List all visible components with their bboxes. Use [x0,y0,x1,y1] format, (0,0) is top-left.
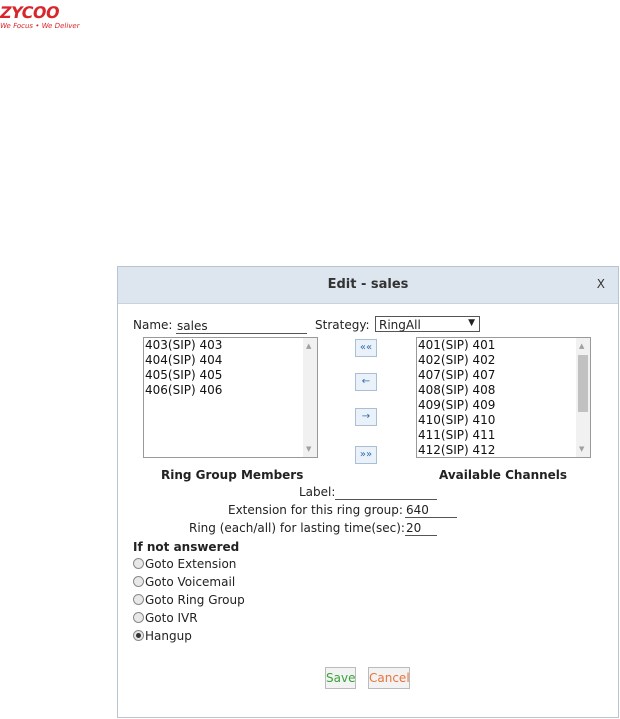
move-left-button[interactable]: ← [355,373,377,391]
radio-button[interactable] [133,576,144,587]
radio-label: Goto Voicemail [145,575,236,589]
ring-time-label: Ring (each/all) for lasting time(sec): [189,521,405,535]
list-item[interactable]: 401(SIP) 401 [417,338,590,353]
radio-option[interactable]: Goto Voicemail [133,575,235,589]
move-right-button[interactable]: → [355,408,377,426]
radio-option[interactable]: Goto Ring Group [133,593,245,607]
list-item[interactable]: 403(SIP) 403 [144,338,317,353]
list-item[interactable]: 406(SIP) 406 [144,383,317,398]
ring-time-input[interactable] [405,520,437,536]
scroll-down-icon[interactable]: ▼ [579,445,584,453]
label-field-label: Label: [299,485,336,499]
scroll-up-icon[interactable]: ▲ [579,342,584,350]
list-item[interactable]: 411(SIP) 411 [417,428,590,443]
cancel-button[interactable]: Cancel [368,667,410,689]
members-listbox[interactable]: 403(SIP) 403 404(SIP) 404 405(SIP) 405 406(… [143,337,318,458]
arrow-left-icon: ← [361,376,371,387]
edit-ring-group-dialog: Edit - sales X Name: Strategy: RingAll ▼… [117,266,619,718]
available-listbox[interactable]: 401(SIP) 401 402(SIP) 402 407(SIP) 407 408(… [416,337,591,458]
strategy-select[interactable]: RingAll ▼ [375,316,480,332]
list-item[interactable]: 404(SIP) 404 [144,353,317,368]
radio-button[interactable] [133,594,144,605]
logo-tagline: We Focus • We Deliver [0,22,81,30]
list-item[interactable]: 409(SIP) 409 [417,398,590,413]
save-button[interactable]: Save [325,667,356,689]
name-label: Name: [133,318,173,332]
strategy-value: RingAll [379,318,421,332]
members-scrollbar[interactable]: ▲ ▼ [303,338,317,457]
zycoo-logo: ZYCOO We Focus • We Deliver [0,0,120,36]
add-all-button[interactable]: «« [355,339,377,357]
extension-label: Extension for this ring group: [228,503,403,517]
radio-label: Goto IVR [145,611,198,625]
scroll-down-icon[interactable]: ▼ [306,445,311,453]
list-item[interactable]: 405(SIP) 405 [144,368,317,383]
list-item[interactable]: 407(SIP) 407 [417,368,590,383]
list-item[interactable]: 402(SIP) 402 [417,353,590,368]
name-input[interactable] [176,318,307,334]
chevron-down-icon: ▼ [468,318,475,328]
dialog-header: Edit - sales X [118,267,618,304]
radio-option[interactable]: Goto IVR [133,611,198,625]
extension-input[interactable] [405,502,457,518]
logo-text: ZYCOO [0,3,61,22]
scroll-up-icon[interactable]: ▲ [306,342,311,350]
dialog-title: Edit - sales [327,277,409,292]
radio-option[interactable]: Hangup [133,629,192,643]
radio-label: Goto Ring Group [145,593,245,607]
remove-all-button[interactable]: »» [355,446,377,464]
radio-button[interactable] [133,630,144,641]
radio-label: Goto Extension [145,557,237,571]
scrollbar-thumb[interactable] [578,355,588,412]
members-caption: Ring Group Members [161,468,304,482]
radio-button[interactable] [133,558,144,569]
list-item[interactable]: 410(SIP) 410 [417,413,590,428]
list-item[interactable]: 412(SIP) 412 [417,443,590,457]
label-input[interactable] [335,484,437,500]
close-button[interactable]: X [597,277,605,291]
not-answered-heading: If not answered [133,540,240,554]
available-caption: Available Channels [439,468,568,482]
arrow-right-icon: → [361,411,371,422]
radio-label: Hangup [145,629,192,643]
list-item[interactable]: 408(SIP) 408 [417,383,590,398]
available-scrollbar[interactable]: ▲ ▼ [576,338,590,457]
double-right-icon-2: » [366,449,373,460]
radio-button[interactable] [133,612,144,623]
strategy-label: Strategy: [315,318,370,332]
double-left-icon-2: « [366,342,373,353]
radio-option[interactable]: Goto Extension [133,557,236,571]
